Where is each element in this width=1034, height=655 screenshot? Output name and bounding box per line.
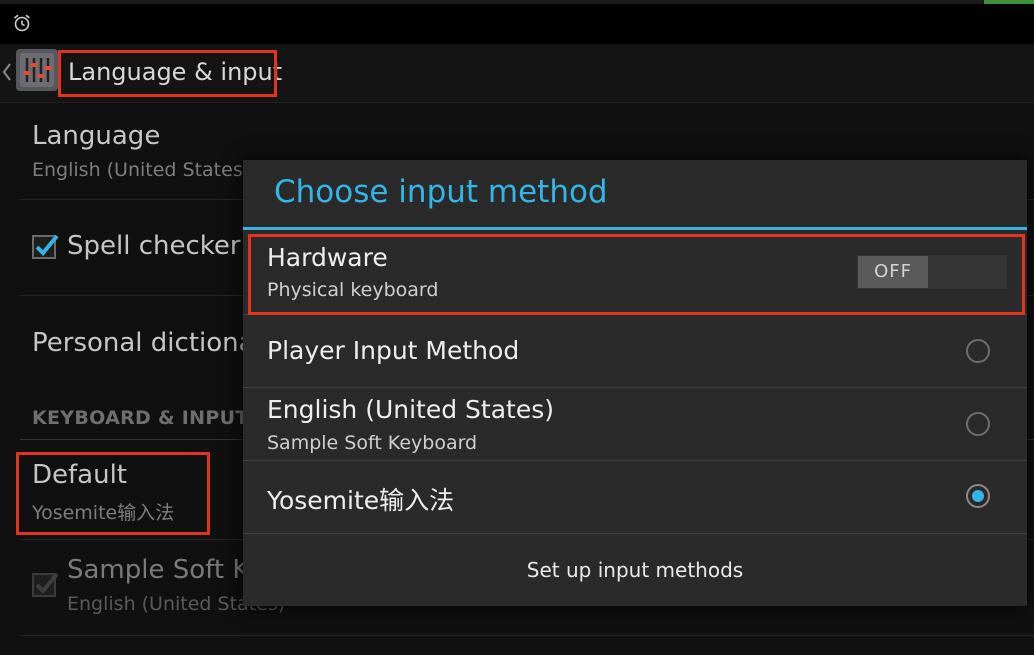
- checkmark-icon: [35, 572, 59, 594]
- battery-strip: [984, 0, 1034, 4]
- option-title: Player Input Method: [267, 336, 520, 365]
- sample-soft-keyboard-title: Sample Soft K: [67, 555, 250, 585]
- divider: [243, 460, 1027, 461]
- choose-input-method-dialog: Choose input method Hardware Physical ke…: [243, 160, 1027, 606]
- option-radio-selected[interactable]: [966, 484, 990, 508]
- hardware-title: Hardware: [267, 243, 388, 272]
- dialog-title-underline: [243, 227, 1027, 230]
- toggle-thumb: OFF: [858, 256, 928, 288]
- language-summary: English (United States): [32, 159, 251, 181]
- divider: [20, 635, 1034, 636]
- language-title: Language: [32, 121, 161, 151]
- divider: [243, 387, 1027, 388]
- option-title: English (United States): [267, 395, 555, 424]
- spell-checker-checkbox[interactable]: [32, 234, 59, 259]
- checkmark-icon: [35, 234, 59, 256]
- sample-soft-keyboard-checkbox[interactable]: [32, 572, 59, 597]
- option-title: Yosemite输入法: [267, 486, 455, 515]
- default-summary: Yosemite输入法: [32, 502, 175, 524]
- option-radio[interactable]: [966, 339, 990, 363]
- setup-button-label: Set up input methods: [526, 558, 744, 582]
- alarm-icon: [14, 14, 30, 32]
- option-radio[interactable]: [966, 412, 990, 436]
- settings-sliders-icon[interactable]: [16, 49, 58, 91]
- section-header-keyboard: KEYBOARD & INPUT M: [32, 407, 275, 429]
- hardware-toggle[interactable]: OFF: [857, 255, 1007, 289]
- page-title: Language & input: [68, 58, 283, 86]
- action-bar: Language & input: [0, 44, 1034, 103]
- hardware-summary: Physical keyboard: [267, 279, 439, 301]
- default-title: Default: [32, 460, 127, 490]
- personal-dictionary-title: Personal dictiona: [32, 328, 255, 358]
- divider: [243, 314, 1027, 315]
- radio-dot: [972, 490, 984, 502]
- back-chevron-icon[interactable]: [0, 56, 14, 88]
- dialog-title: Choose input method: [274, 174, 608, 210]
- status-bar: [0, 0, 1034, 44]
- option-summary: Sample Soft Keyboard: [267, 432, 478, 454]
- spell-checker-title: Spell checker: [67, 231, 241, 261]
- setup-input-methods-button[interactable]: Set up input methods: [243, 534, 1027, 606]
